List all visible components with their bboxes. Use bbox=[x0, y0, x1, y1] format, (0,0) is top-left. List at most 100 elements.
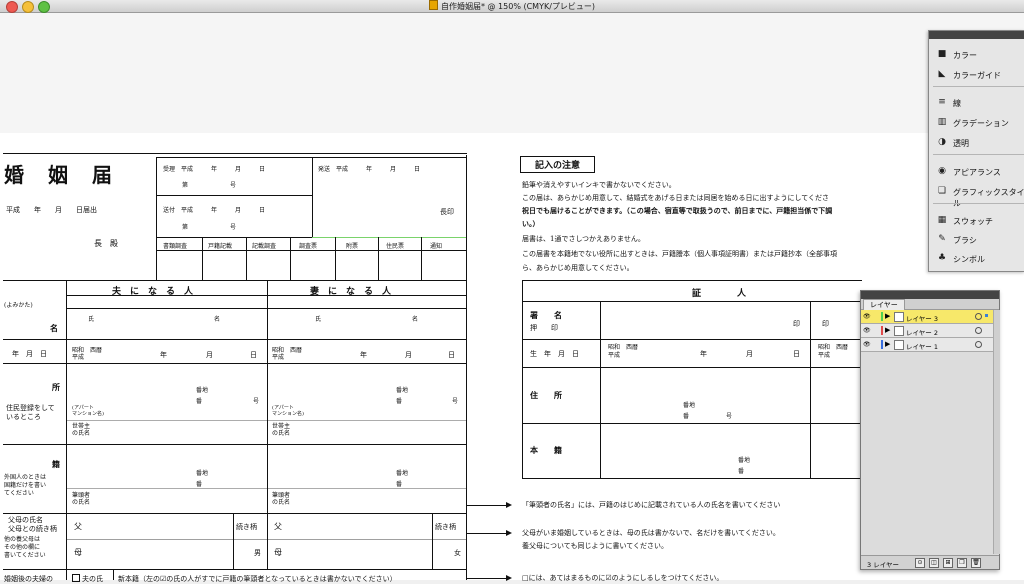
layer-row-3[interactable]: 👁 ▶ レイヤー 3 bbox=[861, 310, 993, 324]
expand-triangle-icon[interactable]: ▶ bbox=[885, 312, 890, 320]
layer-name[interactable]: レイヤー 2 bbox=[906, 327, 938, 337]
tools-panel-header[interactable] bbox=[929, 31, 1024, 39]
eye-icon[interactable]: 👁 bbox=[863, 327, 871, 334]
wife-month: 月 bbox=[405, 351, 412, 359]
husband-father: 父 bbox=[74, 522, 82, 531]
swatches-icon: ▦ bbox=[937, 215, 947, 225]
panel-item-color[interactable]: ■ カラー bbox=[929, 45, 1024, 63]
trash-icon[interactable]: 🗑 bbox=[971, 558, 981, 568]
panel-item-graphic-style[interactable]: ❏ グラフィックスタイル bbox=[929, 182, 1024, 208]
husband-head-name: 筆頭者 の氏名 bbox=[72, 492, 91, 506]
notes-line-5: この届書を本籍地でない役所に出すときは、戸籍謄本（個人事項証明書）または戸籍抄本… bbox=[522, 250, 837, 258]
notes-line-6: ら、あらかじめ用意してください。 bbox=[522, 264, 634, 272]
wife-apartment: (アパート マンション名) bbox=[272, 405, 304, 417]
panel-item-transparency[interactable]: ◑ 透明 bbox=[929, 133, 1024, 151]
new-sublayer-icon[interactable]: ⊞ bbox=[943, 558, 953, 568]
layers-footer: 3 レイヤー ⊙ ◫ ⊞ ❐ 🗑 bbox=[861, 555, 999, 569]
target-circle-icon[interactable] bbox=[975, 327, 982, 334]
expand-triangle-icon[interactable]: ▶ bbox=[885, 326, 890, 334]
layers-panel: レイヤー 👁 ▶ レイヤー 3 👁 ▶ レイヤー 2 👁 ▶ レイヤー 1 3 … bbox=[860, 290, 1000, 570]
new-layer-icon[interactable]: ❐ bbox=[957, 558, 967, 568]
witness-birth: 生 年 月 日 bbox=[530, 350, 579, 358]
eye-icon[interactable]: 👁 bbox=[863, 313, 871, 320]
husband-householder: 世帯主 の氏名 bbox=[72, 423, 91, 437]
target-circle-icon[interactable] bbox=[975, 341, 982, 348]
notes-line-3: い。） bbox=[522, 219, 540, 228]
notes-line-2: 祝日でも届けることができます。（この場合、宿直等で取扱うので、前日までに、戸籍担… bbox=[522, 206, 833, 215]
husband-year: 年 bbox=[160, 351, 167, 359]
target-circle-icon[interactable] bbox=[975, 313, 982, 320]
form-date-line: 平成 年 月 日届出 bbox=[6, 206, 97, 214]
eye-icon[interactable]: 👁 bbox=[863, 341, 871, 348]
husband-go: 号 bbox=[253, 398, 260, 405]
panel-item-label: カラー bbox=[953, 51, 977, 60]
panel-item-symbol[interactable]: ♣ シンボル bbox=[929, 249, 1024, 267]
witness-header: 証 人 bbox=[692, 289, 747, 299]
witness-domicile: 本 籍 bbox=[530, 445, 562, 455]
husband-surname-option[interactable]: 夫の氏 bbox=[72, 574, 103, 584]
witness-dom-ban: 番 bbox=[738, 468, 745, 475]
witness-go: 号 bbox=[726, 413, 733, 420]
check-col-4: 附票 bbox=[346, 243, 359, 250]
panel-item-label: 線 bbox=[953, 99, 961, 108]
husband-mother: 母 bbox=[74, 548, 82, 557]
arrow-note-0: 「筆頭者の氏名」には、戸籍のはじめに記載されている人の氏名を書いてください bbox=[522, 501, 781, 509]
window-title: 自作婚姻届* @ 150% (CMYK/プレビュー) bbox=[0, 0, 1024, 12]
husband-era: 昭和 西暦 平成 bbox=[72, 347, 103, 361]
husband-surname-checkbox[interactable] bbox=[72, 574, 80, 582]
arrow-to-note-3 bbox=[467, 575, 512, 581]
symbol-icon: ♣ bbox=[937, 253, 947, 263]
locate-object-icon[interactable]: ⊙ bbox=[915, 558, 925, 568]
domicile-label: 籍 bbox=[52, 459, 60, 469]
panel-item-label: アピアランス bbox=[953, 168, 1001, 177]
reception-sent: 送付 平成 年 月 日 bbox=[163, 207, 266, 214]
check-col-0: 書類調査 bbox=[163, 243, 188, 250]
husband-ban: 番 bbox=[196, 398, 203, 405]
layer-name[interactable]: レイヤー 1 bbox=[906, 341, 938, 351]
clipping-mask-icon[interactable]: ◫ bbox=[929, 558, 939, 568]
selection-indicator[interactable] bbox=[985, 314, 988, 317]
panel-item-brush[interactable]: ✎ ブラシ bbox=[929, 230, 1024, 248]
layer-name[interactable]: レイヤー 3 bbox=[906, 313, 938, 323]
check-col-5: 住民票 bbox=[386, 243, 405, 250]
layers-tab-row: レイヤー bbox=[861, 299, 999, 310]
layers-scrollbar[interactable] bbox=[993, 310, 1000, 554]
wife-banchi: 番地 bbox=[396, 387, 409, 394]
panel-item-appearance[interactable]: ◉ アピアランス bbox=[929, 162, 1024, 180]
layer-row-1[interactable]: 👁 ▶ レイヤー 1 bbox=[861, 338, 993, 352]
check-col-2: 記載調査 bbox=[252, 243, 277, 250]
layers-panel-header[interactable] bbox=[861, 291, 999, 299]
witness-seal-mark-2: 印 bbox=[822, 320, 829, 328]
notes-title: 記入の注意 bbox=[520, 156, 596, 173]
layer-color-swatch bbox=[881, 312, 883, 321]
panel-item-swatches[interactable]: ▦ スウォッチ bbox=[929, 211, 1024, 229]
wife-given-label: 名 bbox=[412, 316, 419, 323]
panel-item-label: グラデーション bbox=[953, 119, 1009, 128]
layer-thumbnail bbox=[894, 340, 904, 350]
brush-icon: ✎ bbox=[938, 234, 946, 244]
wife-year: 年 bbox=[360, 351, 367, 359]
layer-row-2[interactable]: 👁 ▶ レイヤー 2 bbox=[861, 324, 993, 338]
wife-relation: 続き柄 bbox=[435, 523, 456, 531]
name-label: 名 bbox=[50, 323, 58, 333]
arrow-note-1: 父母がいま婚姻しているときは、母の氏は書かないで、名だけを書いてください。 bbox=[522, 529, 780, 537]
wife-era: 昭和 西暦 平成 bbox=[272, 347, 303, 361]
window-title-text: 自作婚姻届* @ 150% (CMYK/プレビュー) bbox=[440, 2, 596, 11]
witness-era-2: 昭和 西暦 平成 bbox=[818, 344, 849, 359]
wife-surname-label: 氏 bbox=[315, 316, 322, 323]
reception-dispatch: 発送 平成 年 月 日 bbox=[318, 166, 421, 173]
panel-item-stroke[interactable]: ≡ 線 bbox=[929, 93, 1024, 111]
husband-dom-ban: 番 bbox=[196, 481, 203, 488]
wife-householder: 世帯主 の氏名 bbox=[272, 423, 291, 437]
gradient-icon: ▥ bbox=[937, 117, 947, 127]
panel-item-gradient[interactable]: ▥ グラデーション bbox=[929, 113, 1024, 131]
check-col-3: 調査票 bbox=[299, 243, 318, 250]
panel-item-color-guide[interactable]: ◣ カラーガイド bbox=[929, 65, 1024, 83]
expand-triangle-icon[interactable]: ▶ bbox=[885, 340, 890, 348]
wife-day: 日 bbox=[448, 351, 455, 359]
witness-dom-banchi: 番地 bbox=[738, 457, 751, 464]
witness-address: 住 所 bbox=[530, 390, 562, 400]
wife-dom-banchi: 番地 bbox=[396, 470, 409, 477]
wife-daughter: 女 bbox=[454, 549, 461, 557]
tab-layers[interactable]: レイヤー bbox=[863, 299, 905, 310]
